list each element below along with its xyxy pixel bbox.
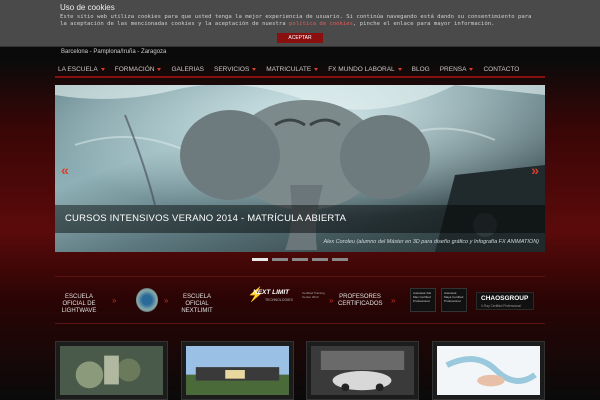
cookie-policy-link[interactable]: política de cookies <box>289 21 353 27</box>
nav-item-contacto[interactable]: CONTACTO <box>480 66 526 73</box>
nav-item-prensa[interactable]: PRENSA <box>437 66 481 73</box>
caret-down-icon <box>397 67 402 71</box>
nav-label: PRENSA <box>439 65 467 73</box>
nextlimit-logo-sub: TECHNOLOGIES <box>265 298 293 302</box>
nav-label: FX MUNDO LABORAL <box>328 65 395 73</box>
cookie-text-end: , pinche el enlace para mayor informació… <box>353 21 495 27</box>
nav-item-blog[interactable]: BLOG <box>409 66 437 73</box>
chevron-right-icon: » <box>329 296 334 305</box>
caret-down-icon <box>469 67 474 71</box>
nav-label: GALERIAS <box>171 65 204 73</box>
nav-item-formacion[interactable]: FORMACIÓN <box>112 66 169 73</box>
lightwave-badge-logo[interactable] <box>136 288 158 312</box>
chevron-right-icon: » <box>391 296 396 305</box>
nav-label: FORMACIÓN <box>114 65 155 73</box>
nav-label: BLOG <box>411 65 430 73</box>
gallery-thumbnail-4[interactable] <box>432 341 545 400</box>
building-render-image <box>186 346 289 395</box>
nav-item-la-escuela[interactable]: LA ESCUELA <box>55 66 112 73</box>
nav-item-servicios[interactable]: SERVICIOS <box>211 66 263 73</box>
caret-down-icon <box>252 67 257 71</box>
nav-item-fx-mundo-laboral[interactable]: FX MUNDO LABORAL <box>325 66 408 73</box>
nav-label: SERVICIOS <box>214 65 250 73</box>
nextlimit-label: ESCUELA OFICIAL NEXTLIMIT <box>181 294 213 314</box>
caret-down-icon <box>100 67 105 71</box>
cookie-banner: Uso de cookies Este sitio web utiliza co… <box>0 0 600 47</box>
chevron-right-icon: » <box>112 296 117 305</box>
slider-dot-2[interactable] <box>272 258 288 261</box>
certifications-strip: ESCUELA OFICIAL DE LIGHTWAVE » » ESCUELA… <box>55 276 545 324</box>
slider-next-arrow[interactable]: » <box>531 163 539 177</box>
slider-dot-1[interactable] <box>252 258 268 261</box>
chaosgroup-sub: V-Ray Certified Professional <box>481 304 521 308</box>
nav-item-galerias[interactable]: GALERIAS <box>168 66 211 73</box>
nextlimit-logo[interactable]: NEXT LIMIT <box>253 289 289 296</box>
slide-credit: Alex Coroleu (alumno del Máster en 3D pa… <box>323 239 539 245</box>
car-showroom-image <box>311 346 414 395</box>
cookie-title: Uso de cookies <box>60 3 115 12</box>
slider-dot-5[interactable] <box>332 258 348 261</box>
slide-caption-bar: CURSOS INTENSIVOS VERANO 2014 - MATRÍCUL… <box>55 205 545 233</box>
water-hand-image <box>437 346 540 395</box>
cookie-text: Este sitio web utiliza cookies para que … <box>60 14 540 28</box>
slider-prev-arrow[interactable]: « <box>61 163 69 177</box>
hero-slider[interactable]: « » CURSOS INTENSIVOS VERANO 2014 - MATR… <box>55 85 545 252</box>
nav-label: MATRICULATE <box>266 65 312 73</box>
slide-caption[interactable]: CURSOS INTENSIVOS VERANO 2014 - MATRÍCUL… <box>65 213 346 224</box>
gallery-thumbnail-2[interactable] <box>181 341 294 400</box>
gallery-thumbnail-1[interactable] <box>55 341 168 400</box>
nav-label: CONTACTO <box>483 65 520 73</box>
caret-down-icon <box>314 67 319 71</box>
nextlimit-certified-badge: Certified Training Center 2013 <box>302 291 325 299</box>
chaosgroup-title: CHAOSGROUP <box>481 295 529 302</box>
slider-dot-4[interactable] <box>312 258 328 261</box>
accept-cookies-button[interactable]: ACEPTAR <box>277 33 323 43</box>
cities-text: Barcelona - Pamplona/Iruña - Zaragoza <box>61 49 167 55</box>
mechanical-scene-image <box>60 346 163 395</box>
slider-pagination <box>252 258 348 261</box>
chevron-right-icon: » <box>164 296 169 305</box>
lightwave-label: ESCUELA OFICIAL DE LIGHTWAVE <box>61 294 97 314</box>
chaosgroup-badge[interactable]: CHAOSGROUP V-Ray Certified Professional <box>476 292 534 310</box>
slider-dot-3[interactable] <box>292 258 308 261</box>
gallery-thumbnail-3[interactable] <box>306 341 419 400</box>
caret-down-icon <box>157 67 162 71</box>
autodesk-maya-badge[interactable]: Autodesk Maya Certified Professional <box>441 288 467 312</box>
autodesk-3dsmax-badge[interactable]: Autodesk 3ds Max Certified Professional <box>410 288 436 312</box>
profesores-label: PROFESORES CERTIFICADOS <box>338 294 383 307</box>
nav-item-matriculate[interactable]: MATRICULATE <box>263 66 325 73</box>
main-nav: LA ESCUELA FORMACIÓN GALERIAS SERVICIOS … <box>55 62 545 78</box>
nav-label: LA ESCUELA <box>58 65 98 73</box>
